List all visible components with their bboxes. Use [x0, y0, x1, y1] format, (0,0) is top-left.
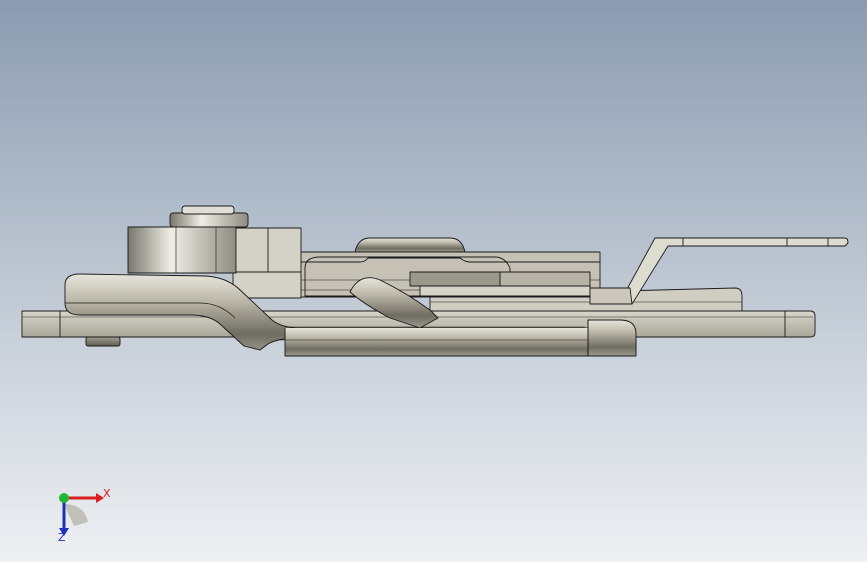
x-axis-label: X: [103, 487, 111, 500]
model-view[interactable]: [0, 0, 867, 562]
z-axis-label: Z: [58, 531, 66, 544]
coordinate-triad: X Z: [44, 478, 124, 548]
triad-axes-icon: [59, 493, 104, 536]
cad-graphics-viewport[interactable]: X Z: [0, 0, 867, 562]
mounting-stud: [85, 336, 121, 347]
pivot-washer: [169, 212, 249, 228]
pivot-cylinder: [127, 226, 237, 274]
